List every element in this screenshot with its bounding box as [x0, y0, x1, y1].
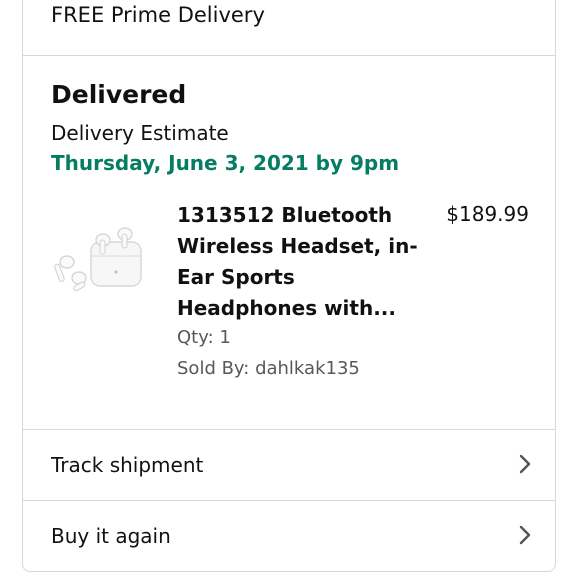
shipment-card: Delivered Delivery Estimate Thursday, Ju… [22, 56, 556, 572]
quantity-text: Qty: 1 [177, 327, 231, 348]
product-title-link[interactable]: 1313512 Bluetooth Wireless Headset, in-E… [177, 200, 422, 324]
delivery-option-panel: FREE Prime Delivery [22, 0, 556, 56]
delivery-estimate-date: Thursday, June 3, 2021 by 9pm [51, 151, 400, 175]
sold-by-text: Sold By: dahlkak135 [177, 358, 360, 379]
shipment-status: Delivered [51, 80, 187, 109]
buy-it-again-label: Buy it again [51, 524, 171, 548]
chevron-right-icon [519, 525, 531, 545]
product-image[interactable] [53, 216, 147, 296]
track-shipment-label: Track shipment [51, 453, 204, 477]
earbuds-icon [54, 227, 142, 292]
delivery-estimate-label: Delivery Estimate [51, 121, 229, 145]
chevron-right-icon [519, 454, 531, 474]
buy-it-again-row[interactable]: Buy it again [23, 501, 555, 571]
track-shipment-row[interactable]: Track shipment [23, 430, 555, 500]
free-prime-delivery-text: FREE Prime Delivery [51, 3, 265, 27]
product-price: $189.99 [446, 202, 529, 226]
